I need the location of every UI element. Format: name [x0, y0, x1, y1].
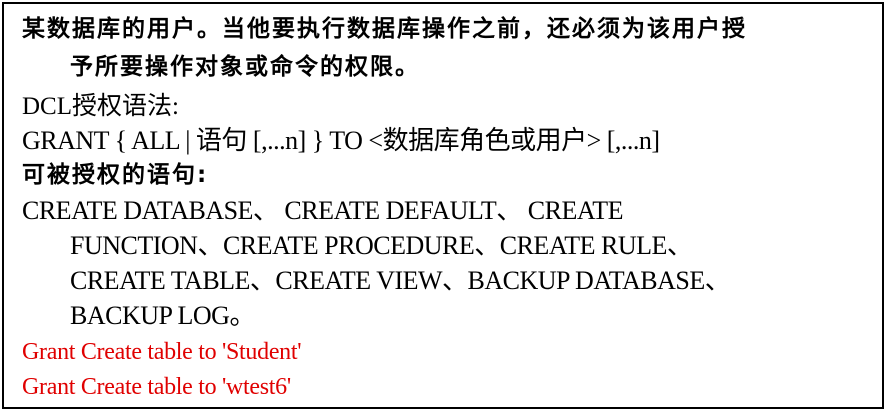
dcl-syntax-heading: DCL授权语法:: [22, 93, 179, 120]
statement-list-line-4: BACKUP LOG。: [70, 301, 255, 330]
statement-list-line-1: CREATE DATABASE、 CREATE DEFAULT、 CREATE: [22, 196, 624, 225]
example-grant-wtest6: Grant Create table to 'wtest6': [22, 374, 291, 400]
grant-syntax-line: GRANT { ALL | 语句 [,...n] } TO <数据库角色或用户>…: [22, 126, 660, 155]
statement-list-line-2: FUNCTION、CREATE PROCEDURE、CREATE RULE、: [70, 231, 693, 260]
content-box: 某数据库的用户。当他要执行数据库操作之前，还必须为该用户授 予所要操作对象或命令…: [2, 2, 884, 409]
paragraph-line-2: 予所要操作对象或命令的权限。: [70, 54, 420, 80]
paragraph-line-1: 某数据库的用户。当他要执行数据库操作之前，还必须为该用户授: [22, 16, 747, 42]
example-grant-student: Grant Create table to 'Student': [22, 339, 302, 365]
statement-list-line-3: CREATE TABLE、CREATE VIEW、BACKUP DATABASE…: [70, 266, 731, 295]
grantable-statements-heading: 可被授权的语句:: [22, 162, 209, 188]
